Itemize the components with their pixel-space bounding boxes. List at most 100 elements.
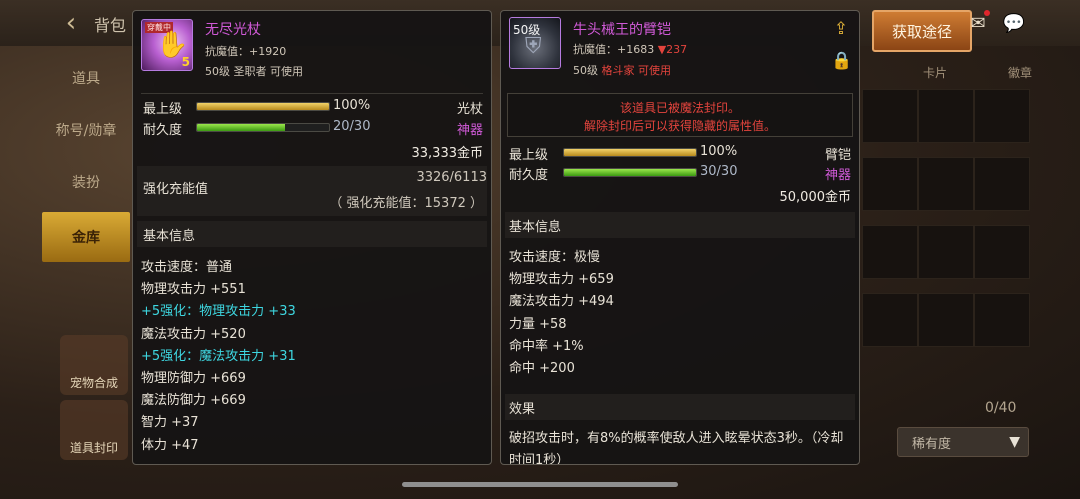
anti-magic-label: 抗魔值：: [573, 43, 617, 56]
reinforce-level-badge: 5: [181, 55, 190, 69]
requirement-text: 50级 圣职者 可使用: [205, 65, 303, 78]
mail-icon[interactable]: ✉: [966, 14, 990, 34]
back-arrow-icon[interactable]: ‹: [56, 8, 86, 38]
grid-cells: [862, 89, 1032, 347]
level-percent: 100%: [700, 144, 738, 159]
stat-line: 物理攻击力 +551: [141, 282, 246, 298]
pet-synthesis-label: 宠物合成: [69, 376, 118, 390]
anti-magic-row: 抗魔值：+1683 ▼237: [573, 41, 687, 57]
grid-tabs: 卡片 徽章: [862, 60, 1032, 89]
home-indicator[interactable]: [402, 482, 678, 487]
item-grade: 神器: [824, 168, 851, 183]
durability-bar-fill: [564, 169, 696, 176]
item-seal-button[interactable]: 道具封印: [60, 400, 128, 460]
compare-item-tooltip: 50级 ⛨ 牛头械王的臂铠 抗魔值：+1683 ▼237 50级 格斗家 可使用…: [500, 10, 860, 465]
rarity-select[interactable]: 稀有度 ▼: [897, 427, 1029, 457]
item-price: 50,000金币: [779, 190, 852, 205]
inventory-slot[interactable]: [974, 157, 1030, 211]
inventory-slot[interactable]: [974, 89, 1030, 143]
seal-line-2: 解除封印后可以获得隐藏的属性值。: [583, 119, 776, 133]
item-seal-label: 道具封印: [69, 441, 118, 455]
anti-magic-value: +1683: [617, 43, 655, 56]
side-tabs: 道具 称号/勋章 装扮 金库: [42, 50, 130, 266]
divider: [141, 93, 483, 94]
stat-line: 魔法攻击力 +520: [141, 326, 246, 342]
acquire-route-button[interactable]: 获取途径: [872, 10, 972, 52]
seal-line-1: 该道具已被魔法封印。: [619, 101, 740, 115]
stat-line: 体力 +47: [141, 437, 199, 453]
stat-line: 智力 +37: [141, 415, 199, 431]
grid-tab-badge[interactable]: 徽章: [1008, 64, 1032, 81]
durability-bar: [563, 168, 697, 177]
stat-line: 力量 +58: [509, 316, 567, 332]
item-grade: 神器: [456, 123, 483, 138]
armguard-item-icon: 50级 ⛨: [509, 17, 561, 69]
tab-items[interactable]: 道具: [42, 54, 130, 102]
page-title: 背包: [94, 16, 127, 35]
inventory-slot[interactable]: [918, 225, 974, 279]
durability-label: 耐久度: [509, 168, 549, 183]
inventory-slot[interactable]: [862, 89, 918, 143]
anti-magic-row: 抗魔值：+1920: [205, 43, 286, 59]
share-icon[interactable]: ⇪: [831, 19, 851, 39]
stat-line: 物理攻击力 +659: [509, 272, 614, 288]
armguard-glyph-icon: ⛨: [525, 34, 542, 59]
level-bar: [563, 148, 697, 157]
notification-dot: [984, 10, 990, 16]
level-bar-fill: [197, 103, 329, 110]
anti-magic-delta: ▼237: [657, 43, 688, 56]
requirement-class: 格斗家 可使用: [601, 64, 672, 77]
weapon-type: 光杖: [456, 102, 483, 117]
anti-magic-label: 抗魔值：: [205, 45, 249, 58]
stat-line: +5强化：魔法攻击力 +31: [141, 348, 296, 364]
chat-icon[interactable]: 💬: [1002, 14, 1026, 34]
tab-titles[interactable]: 称号/勋章: [42, 106, 130, 154]
durability-bar: [196, 123, 330, 132]
seal-notice: 该道具已被魔法封印。 解除封印后可以获得隐藏的属性值。: [507, 93, 853, 137]
charge-value: 3326/6113: [416, 170, 487, 185]
durability-value: 20/30: [333, 119, 371, 134]
armor-type: 臂铠: [824, 148, 851, 163]
item-price: 33,333金币: [411, 146, 484, 161]
basic-info-label: 基本信息: [509, 220, 562, 235]
anti-magic-value: +1920: [249, 45, 287, 58]
stat-line: +5强化：物理攻击力 +33: [141, 304, 296, 320]
effect-section: [505, 394, 855, 420]
inventory-slot[interactable]: [974, 225, 1030, 279]
grid-tab-card[interactable]: 卡片: [923, 64, 947, 81]
inventory-slot[interactable]: [918, 293, 974, 347]
level-bar: [196, 102, 330, 111]
inventory-slot[interactable]: [862, 225, 918, 279]
stat-line: 魔法防御力 +669: [141, 393, 246, 409]
item-name: 牛头械王的臂铠: [573, 22, 671, 38]
inventory-slot[interactable]: [918, 89, 974, 143]
pet-synthesis-button[interactable]: 宠物合成: [60, 335, 128, 395]
lock-icon[interactable]: 🔒: [831, 51, 852, 71]
inventory-capacity: 0/40: [985, 400, 1017, 416]
chevron-down-icon: ▼: [1009, 434, 1020, 450]
tab-avatar[interactable]: 装扮: [42, 158, 130, 206]
inventory-slot[interactable]: [862, 293, 918, 347]
tab-vault[interactable]: 金库: [42, 212, 130, 262]
item-name: 无尽光杖: [205, 22, 261, 38]
effect-label: 效果: [509, 402, 536, 417]
level-label: 最上级: [143, 102, 183, 117]
inventory-slot[interactable]: [974, 293, 1030, 347]
level-bar-fill: [564, 149, 696, 156]
equipped-item-tooltip: 穿戴中 ✋ 5 无尽光杖 抗魔值：+1920 50级 圣职者 可使用 最上级 1…: [132, 10, 492, 465]
durability-value: 30/30: [700, 164, 738, 179]
charge-detail: （ 强化充能值：15372 ）: [329, 196, 483, 211]
stat-line: 命中率 +1%: [509, 338, 584, 354]
rarity-select-label: 稀有度: [912, 436, 952, 452]
stat-line: 攻击速度：极慢: [509, 250, 601, 265]
basic-info-label: 基本信息: [143, 229, 196, 244]
stat-line: 物理防御力 +669: [141, 371, 246, 386]
inventory-slot[interactable]: [862, 157, 918, 211]
level-label: 最上级: [509, 148, 549, 163]
stat-line: 魔法攻击力 +494: [509, 294, 614, 310]
inventory-slot[interactable]: [918, 157, 974, 211]
level-percent: 100%: [333, 98, 371, 113]
requirement-row: 50级 格斗家 可使用: [573, 62, 671, 78]
staff-item-icon: 穿戴中 ✋ 5: [141, 19, 193, 71]
durability-label: 耐久度: [143, 123, 183, 138]
